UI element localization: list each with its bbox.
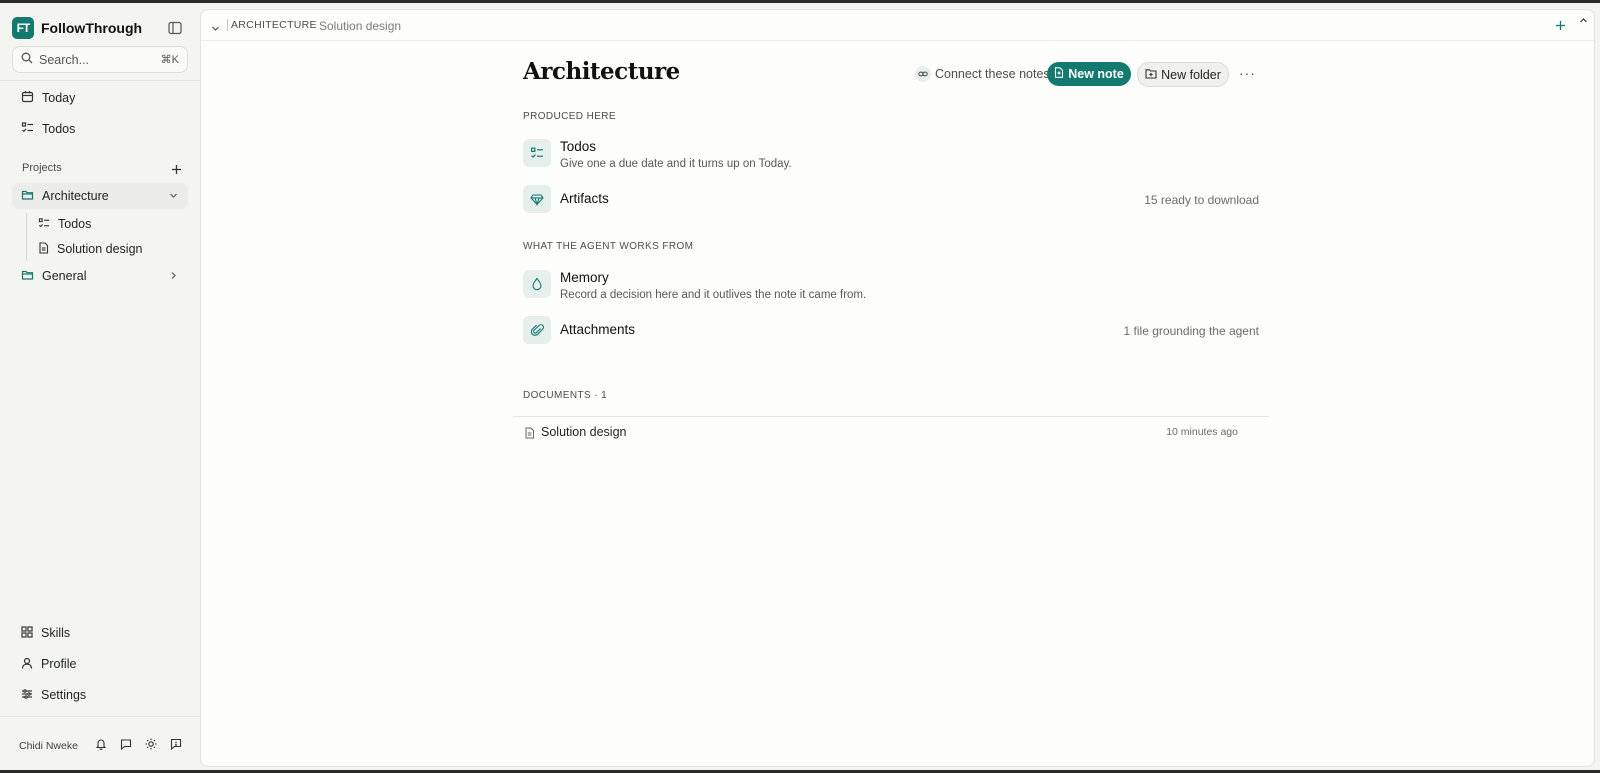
chevron-up-icon[interactable] <box>1579 12 1588 30</box>
brand[interactable]: FT FollowThrough <box>12 17 142 39</box>
add-project-icon[interactable] <box>171 162 182 180</box>
nav-settings-label: Settings <box>41 688 87 702</box>
note-icon <box>1054 67 1064 81</box>
produced-artifacts-meta: 15 ready to download <box>1144 193 1259 207</box>
app-window: FT FollowThrough ⌘K Today Todos Pro <box>0 3 1600 770</box>
app-logo-icon: FT <box>12 17 34 39</box>
projects-label: Projects <box>22 162 62 174</box>
new-note-button[interactable]: New note <box>1047 62 1131 86</box>
project-child-todos-label: Todos <box>58 217 92 231</box>
checklist-icon <box>38 217 50 232</box>
produced-todos-subtitle: Give one a due date and it turns up on T… <box>560 158 792 170</box>
nav-settings[interactable]: Settings <box>12 682 188 708</box>
nav-today[interactable]: Today <box>12 85 188 111</box>
tree-guide-line <box>26 213 27 261</box>
checklist-icon <box>523 139 551 167</box>
droplet-icon <box>523 270 551 298</box>
chevron-right-icon[interactable] <box>169 269 178 283</box>
sidebar-toggle-icon[interactable] <box>168 21 182 35</box>
footer-actions <box>93 736 184 752</box>
breadcrumb-current[interactable]: Solution design <box>319 19 401 33</box>
sidebar-footer-divider <box>0 716 200 717</box>
project-general[interactable]: General <box>12 263 188 289</box>
document-row[interactable]: Solution design 10 minutes ago <box>523 424 1238 442</box>
project-architecture-label: Architecture <box>42 189 109 203</box>
chat-icon[interactable] <box>118 736 134 752</box>
sidebar-divider <box>0 80 200 81</box>
feedback-icon[interactable] <box>168 736 184 752</box>
breadcrumb-project[interactable]: ARCHITECTURE <box>231 19 317 31</box>
documents-heading: DOCUMENTS · 1 <box>523 390 608 401</box>
search-box[interactable]: ⌘K <box>12 46 188 73</box>
theme-sun-icon[interactable] <box>143 736 159 752</box>
sliders-icon <box>21 688 33 703</box>
breadcrumb-separator <box>227 19 228 31</box>
nav-todos-label: Todos <box>42 122 76 136</box>
topbar: ARCHITECTURE Solution design <box>201 10 1594 41</box>
checklist-icon <box>21 121 34 137</box>
project-child-solution-design-label: Solution design <box>57 242 143 256</box>
nav-today-label: Today <box>42 91 76 105</box>
link-icon <box>915 66 931 82</box>
memory-title: Memory <box>560 270 609 285</box>
produced-todos-row[interactable]: Todos Give one a due date and it turns u… <box>523 139 1259 171</box>
produced-artifacts-row[interactable]: Artifacts 15 ready to download <box>523 185 1259 213</box>
document-icon <box>524 426 535 444</box>
gem-icon <box>523 185 551 213</box>
new-note-label: New note <box>1068 67 1124 81</box>
calendar-icon <box>21 90 34 106</box>
search-input[interactable] <box>39 52 159 67</box>
main-panel: ARCHITECTURE Solution design Architectur… <box>200 9 1595 767</box>
bell-icon[interactable] <box>93 736 109 752</box>
document-time: 10 minutes ago <box>1166 426 1238 438</box>
nav-profile[interactable]: Profile <box>12 651 188 677</box>
nav-profile-label: Profile <box>41 657 77 671</box>
project-child-solution-design[interactable]: Solution design <box>30 236 188 262</box>
project-child-todos[interactable]: Todos <box>30 211 188 237</box>
project-architecture[interactable]: Architecture <box>12 183 188 209</box>
connect-notes-label: Connect these notes <box>935 67 1050 81</box>
new-folder-label: New folder <box>1161 67 1221 82</box>
app-name: FollowThrough <box>41 20 143 36</box>
connect-notes-button[interactable]: Connect these notes <box>915 66 1050 82</box>
user-name[interactable]: Chidi Nweke <box>19 740 78 752</box>
produced-todos-title: Todos <box>560 139 597 154</box>
sidebar: FT FollowThrough ⌘K Today Todos Pro <box>0 3 200 770</box>
user-icon <box>21 657 33 672</box>
nav-skills-label: Skills <box>41 626 71 640</box>
folder-plus-icon <box>1145 68 1157 82</box>
produced-heading: PRODUCED HERE <box>523 111 616 122</box>
memory-row[interactable]: Memory Record a decision here and it out… <box>523 270 1259 302</box>
search-shortcut: ⌘K <box>160 54 179 66</box>
project-general-label: General <box>42 269 87 283</box>
page-title: Architecture <box>523 58 680 85</box>
document-icon <box>38 241 49 257</box>
nav-todos[interactable]: Todos <box>12 116 188 142</box>
folder-icon <box>21 188 34 204</box>
produced-artifacts-title: Artifacts <box>560 191 609 206</box>
attachments-title: Attachments <box>560 322 636 337</box>
nav-skills[interactable]: Skills <box>12 620 188 646</box>
paperclip-icon <box>523 316 551 344</box>
works-from-heading: WHAT THE AGENT WORKS FROM <box>523 241 694 252</box>
chevron-down-icon[interactable] <box>211 20 220 38</box>
documents-divider <box>513 416 1269 417</box>
grid-icon <box>21 625 33 641</box>
more-options-icon[interactable]: ··· <box>1239 65 1256 81</box>
new-folder-button[interactable]: New folder <box>1137 62 1229 87</box>
search-icon <box>21 51 33 69</box>
memory-subtitle: Record a decision here and it outlives t… <box>560 289 867 301</box>
add-tab-icon[interactable] <box>1555 18 1566 36</box>
attachments-meta: 1 file grounding the agent <box>1123 324 1259 338</box>
folder-icon <box>21 268 34 284</box>
document-name: Solution design <box>541 425 627 439</box>
chevron-down-icon[interactable] <box>169 189 178 203</box>
attachments-row[interactable]: Attachments 1 file grounding the agent <box>523 316 1259 344</box>
